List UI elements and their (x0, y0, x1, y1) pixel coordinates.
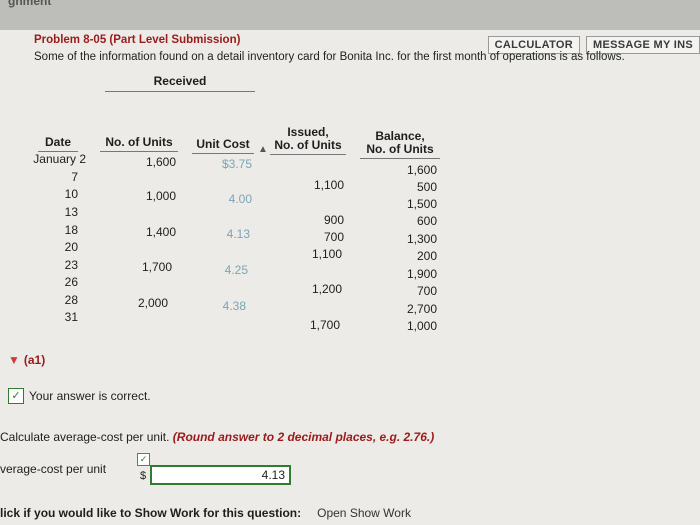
units-header: No. of Units (100, 136, 178, 152)
balance-cell: 500 (416, 180, 437, 194)
checkmark-icon: ✓ (8, 388, 24, 404)
part-a1-label: (a1) (23, 353, 46, 367)
unit-cost-cell: 4.13 (226, 227, 250, 241)
balance-cell: 1,300 (406, 232, 437, 246)
date-cell: 18 (64, 223, 78, 237)
issued-units-cell: 900 (323, 213, 344, 227)
problem-panel: CALCULATOR MESSAGE MY INS (0, 30, 700, 525)
balance-cell: 2,700 (406, 302, 437, 316)
mouse-cursor-icon: ▲ (258, 144, 268, 155)
issued-units-cell: 1,100 (311, 247, 342, 261)
unit-cost-cell: $3.75 (221, 157, 252, 171)
unit-cost-cell: 4.00 (228, 192, 252, 206)
received-units-cell: 2,000 (137, 296, 168, 310)
assignment-header-bar: gnment (0, 0, 700, 31)
date-cell: 7 (71, 170, 78, 184)
received-header: Received (105, 74, 255, 92)
date-cell: 23 (64, 258, 78, 272)
date-cell: 13 (64, 205, 78, 219)
date-cell: January 2 (33, 152, 86, 166)
received-units-cell: 1,700 (141, 260, 172, 274)
date-cell: 26 (64, 275, 78, 289)
part-a1-toggle[interactable]: ▼ (a1) (8, 353, 45, 367)
question-instruction: Calculate average-cost per unit. (Round … (0, 430, 434, 444)
received-units-cell: 1,600 (145, 155, 176, 169)
received-units-cell: 1,400 (145, 225, 176, 239)
average-cost-label: verage-cost per unit (0, 462, 107, 476)
show-work-question: lick if you would like to Show Work for … (0, 506, 302, 520)
issued-units-cell: 700 (323, 230, 344, 244)
date-header: Date (38, 136, 78, 152)
problem-title: Problem 8-05 (Part Level Submission) (34, 34, 241, 46)
balance-cell: 700 (416, 284, 437, 298)
balance-cell: 200 (416, 249, 437, 263)
date-cell: 28 (64, 293, 78, 307)
correct-feedback: ✓ Your answer is correct. (8, 388, 151, 404)
instruction-main: Calculate average-cost per unit. (0, 430, 170, 444)
correct-text: Your answer is correct. (29, 389, 151, 403)
rounding-hint: (Round answer to 2 decimal places, e.g. … (172, 430, 435, 444)
issued-units-cell: 1,200 (311, 282, 342, 296)
unit-cost-cell: 4.38 (222, 299, 246, 313)
balance-cell: 1,900 (406, 267, 437, 281)
balance-cell: 600 (416, 214, 437, 228)
date-cell: 31 (64, 310, 78, 324)
date-cell: 20 (64, 240, 78, 254)
problem-description: Some of the information found on a detai… (34, 51, 625, 63)
balance-cell: 1,600 (406, 163, 437, 177)
currency-symbol: $ (140, 470, 147, 482)
show-work-row: lick if you would like to Show Work for … (0, 506, 411, 520)
edit-check-icon: ✓ (137, 453, 150, 466)
issued-units-cell: 1,100 (313, 178, 344, 192)
assignment-title-fragment: gnment (8, 0, 52, 8)
open-show-work-link[interactable]: Open Show Work (317, 506, 411, 520)
received-units-cell: 1,000 (145, 189, 176, 203)
triangle-down-icon: ▼ (8, 353, 20, 367)
date-cell: 10 (64, 187, 78, 201)
unit-cost-cell: 4.25 (224, 263, 248, 277)
balance-header: Balance, No. of Units (360, 130, 440, 159)
average-cost-input[interactable] (150, 465, 291, 485)
balance-cell: 1,500 (406, 197, 437, 211)
issued-units-cell: 1,700 (309, 318, 340, 332)
unit-cost-header: Unit Cost (192, 138, 254, 154)
balance-cell: 1,000 (406, 319, 437, 333)
issued-header: Issued, No. of Units (270, 126, 346, 155)
